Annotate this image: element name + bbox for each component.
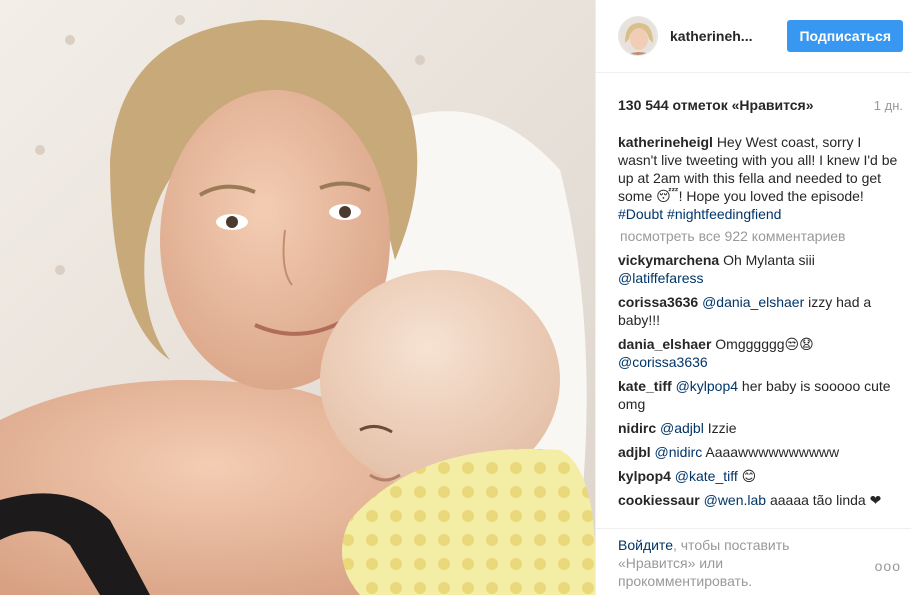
comment-item: kylpop4 @kate_tiff 😊 [618,467,901,485]
login-prompt-text: Войдите, чтобы поставить «Нравится» или … [618,536,828,590]
comment-user[interactable]: vickymarchena [618,252,719,268]
avatar-image [619,17,657,55]
likes-count[interactable]: 130 544 отметок «Нравится» [618,97,814,113]
comment-item: kate_tiff @kylpop4 her baby is sooooo cu… [618,377,901,413]
login-prompt: Войдите, чтобы поставить «Нравится» или … [596,528,911,590]
comment-mention[interactable]: @nidirc [651,444,703,460]
post-header: katherineh... Подписаться [596,0,911,73]
caption-user[interactable]: katherineheigl [618,134,713,150]
comment-mention[interactable]: @adjbl [656,420,704,436]
caption: katherineheigl Hey West coast, sorry I w… [618,133,901,223]
comment-user[interactable]: cookiessaur [618,492,700,508]
post-stats: 130 544 отметок «Нравится» 1 дн. [596,73,911,113]
comment-item: adjbl @nidirc Aaaawwwwwwwwww [618,443,901,461]
comment-text: Izzie [703,420,737,436]
comment-text: Omgggggg😒😧 [711,336,814,352]
comment-item: corissa3636 @dania_elshaer izzy had a ba… [618,293,901,329]
instagram-post: katherineh... Подписаться 130 544 отмето… [0,0,911,595]
comment-tail-mention[interactable]: @corissa3636 [618,354,708,370]
comment-tail-mention[interactable]: @latiffefaress [618,270,704,286]
comment-item: dania_elshaer Omgggggg😒😧 @corissa3636 [618,335,901,371]
comment-item: cookiessaur @wen.lab aaaaa tão linda ❤ [618,491,901,509]
post-sidebar: katherineh... Подписаться 130 544 отмето… [595,0,911,595]
comment-text: Oh Mylanta siii [719,252,815,268]
comment-item: nidirc @adjbl Izzie [618,419,901,437]
caption-hashtags[interactable]: #Doubt #nightfeedingfiend [618,206,781,222]
comments-feed[interactable]: katherineheigl Hey West coast, sorry I w… [618,133,901,531]
divider [596,528,911,529]
comment-user[interactable]: adjbl [618,444,651,460]
author-username[interactable]: katherineh... [670,28,761,44]
comment-text: 😊 [737,468,757,484]
comment-mention[interactable]: @kylpop4 [672,378,738,394]
comment-user[interactable]: nidirc [618,420,656,436]
comment-text: Aaaawwwwwwwwww [702,444,840,460]
post-age[interactable]: 1 дн. [874,98,903,113]
post-photo[interactable] [0,0,595,595]
comment-text: aaaaa tão linda ❤ [766,492,882,508]
comment-mention[interactable]: @dania_elshaer [698,294,804,310]
avatar[interactable] [618,16,658,56]
comment-user[interactable]: dania_elshaer [618,336,711,352]
comment-mention[interactable]: @kate_tiff [671,468,738,484]
comment-user[interactable]: kate_tiff [618,378,672,394]
view-all-comments-link[interactable]: посмотреть все 922 комментариев [620,227,901,245]
more-options-icon[interactable]: ooo [875,557,901,575]
follow-button[interactable]: Подписаться [787,20,903,52]
comment-user[interactable]: corissa3636 [618,294,698,310]
comment-user[interactable]: kylpop4 [618,468,671,484]
selfie-mother-baby-image [0,0,595,595]
comment-mention[interactable]: @wen.lab [700,492,766,508]
comment-item: vickymarchena Oh Mylanta siii @latiffefa… [618,251,901,287]
login-link[interactable]: Войдите [618,537,673,553]
